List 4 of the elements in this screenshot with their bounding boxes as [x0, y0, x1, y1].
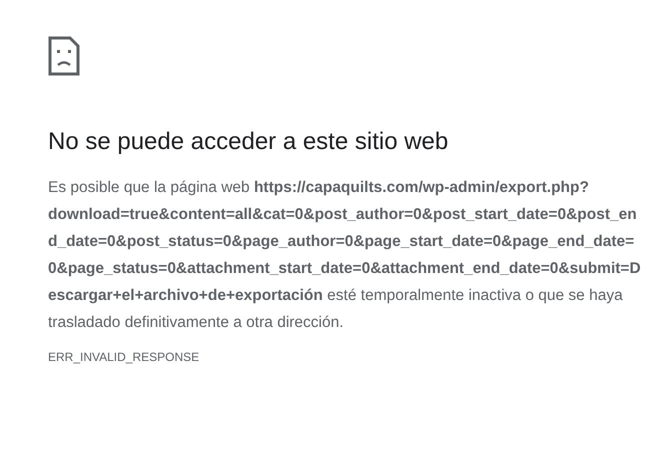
error-message: Es posible que la página web https://capaquilts.com/wp-admin/export.php?download=true&content=all&cat=0&post_author=0&post_start_date=0&post_end_date=0&post_status=0&page_author=0&page_start_date=0&page_end_date=0&page_status=0&attachment_start_date=0&attachment_end_date=0&submit=Descargar+el+archivo+de+exportación esté temporalmente inactiva o que se haya trasladado definitivamente a otra dirección.	[48, 178, 642, 333]
error-code: ERR_INVALID_RESPONSE	[48, 350, 200, 364]
sad-page-icon	[48, 36, 80, 76]
error-heading: No se puede acceder a este sitio web	[48, 127, 450, 157]
